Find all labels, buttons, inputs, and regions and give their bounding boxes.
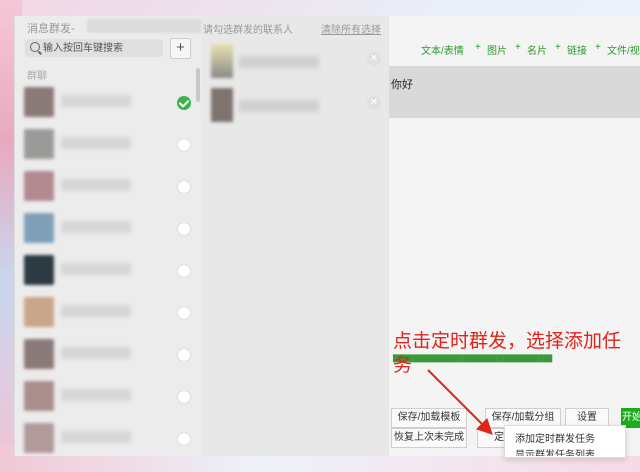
contact-name-blurred <box>61 137 131 149</box>
link-tab[interactable]: 链接 <box>567 42 587 57</box>
scheduled-send-menu: 添加定时群发任务 显示群发任务列表 <box>504 425 626 458</box>
contact-name-blurred <box>239 56 319 68</box>
annotation-text: 点击定时群发，选择添加任务 <box>393 331 622 376</box>
window-title-blurred <box>87 19 205 33</box>
unchecked-icon[interactable] <box>177 222 191 236</box>
card-tab[interactable]: 名片 <box>527 42 547 57</box>
contact-row[interactable] <box>21 210 191 246</box>
unchecked-icon[interactable] <box>177 138 191 152</box>
contact-name-blurred <box>61 221 131 233</box>
add-scheduled-task-item[interactable]: 添加定时群发任务 <box>515 430 595 445</box>
contact-name-blurred <box>61 431 131 443</box>
checked-icon[interactable] <box>177 96 191 110</box>
avatar <box>211 44 233 78</box>
contact-row[interactable] <box>21 126 191 162</box>
message-text: 你好 <box>391 79 413 91</box>
plus-icon: + <box>515 42 521 53</box>
search-icon <box>30 42 40 52</box>
selected-contacts-header: 请勾选群发的联系人 <box>203 25 293 36</box>
avatar <box>211 88 233 122</box>
show-task-list-item[interactable]: 显示群发任务列表 <box>515 446 595 456</box>
unchecked-icon[interactable] <box>177 180 191 194</box>
save-load-template-button[interactable]: 保存/加载模板 <box>391 408 467 428</box>
contact-list-panel: 消息群发- + 群聊 <box>15 16 205 456</box>
contact-row[interactable] <box>21 84 191 120</box>
avatar <box>24 171 54 201</box>
plus-icon: + <box>475 42 481 53</box>
avatar <box>24 255 54 285</box>
group-chat-section-label: 群聊 <box>27 71 47 82</box>
avatar <box>24 213 54 243</box>
search-box[interactable] <box>25 39 163 57</box>
remove-icon[interactable]: ✕ <box>367 52 381 66</box>
contact-row[interactable] <box>21 168 191 204</box>
selected-contacts-panel: 请勾选群发的联系人 清除所有选择 ✕ ✕ <box>201 16 389 456</box>
restore-unfinished-button[interactable]: 恢复上次未完成 <box>391 428 467 448</box>
content-toolbar: 文本/表情 + 图片 + 名片 + 链接 + 文件/视 <box>389 42 640 58</box>
contact-row[interactable] <box>21 420 191 456</box>
add-button[interactable]: + <box>170 38 191 59</box>
search-input[interactable] <box>43 39 161 57</box>
avatar <box>24 381 54 411</box>
contact-name-blurred <box>61 347 131 359</box>
avatar <box>24 423 54 453</box>
plus-icon: + <box>595 42 601 53</box>
avatar <box>24 297 54 327</box>
message-preview[interactable]: 你好 <box>389 66 640 118</box>
avatar <box>24 87 54 117</box>
contact-row[interactable] <box>21 378 191 414</box>
remove-icon[interactable]: ✕ <box>367 96 381 110</box>
contact-row[interactable] <box>21 252 191 288</box>
contact-name-blurred <box>61 95 131 107</box>
unchecked-icon[interactable] <box>177 264 191 278</box>
contact-name-blurred <box>61 179 131 191</box>
contact-name-blurred <box>61 389 131 401</box>
unchecked-icon[interactable] <box>177 306 191 320</box>
file-video-tab[interactable]: 文件/视 <box>607 42 640 57</box>
selected-contact: ✕ <box>209 88 381 124</box>
contact-row[interactable] <box>21 294 191 330</box>
contact-name-blurred <box>61 263 131 275</box>
contact-row[interactable] <box>21 336 191 372</box>
unchecked-icon[interactable] <box>177 432 191 446</box>
window-title: 消息群发- <box>27 23 75 35</box>
text-emoji-tab[interactable]: 文本/表情 <box>421 42 464 57</box>
contact-name-blurred <box>61 305 131 317</box>
avatar <box>24 129 54 159</box>
compose-panel: 文本/表情 + 图片 + 名片 + 链接 + 文件/视 你好 ▆▆▆▆▆▆▆▆▆… <box>389 16 640 456</box>
unchecked-icon[interactable] <box>177 348 191 362</box>
contact-list-scrollbar[interactable] <box>196 68 200 102</box>
contact-name-blurred <box>239 100 319 112</box>
image-tab[interactable]: 图片 <box>487 42 507 57</box>
clear-selection-link[interactable]: 清除所有选择 <box>321 21 381 36</box>
selected-contact: ✕ <box>209 44 381 80</box>
unchecked-icon[interactable] <box>177 390 191 404</box>
avatar <box>24 339 54 369</box>
mass-message-window: 消息群发- + 群聊 请勾选群发的联系人 清除所有选择 ✕ ✕ 文本/表情 + … <box>14 16 640 456</box>
plus-icon: + <box>555 42 561 53</box>
